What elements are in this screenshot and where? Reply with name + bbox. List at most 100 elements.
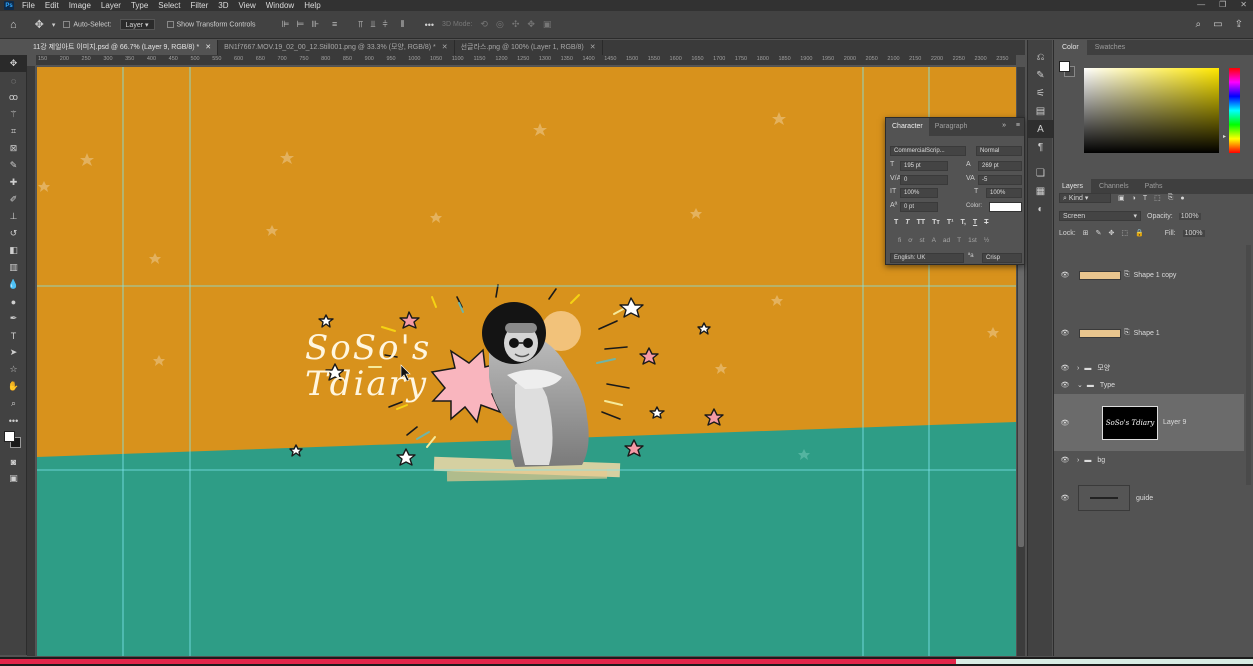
history-brush-tool[interactable]: ↺: [0, 225, 27, 242]
share-icon[interactable]: ⇪: [1235, 19, 1243, 30]
shape-tool[interactable]: ☆: [0, 361, 27, 378]
layer-row[interactable]: 👁 ⌄ ▬ Type: [1054, 378, 1244, 392]
workspace-icon[interactable]: ▭: [1213, 19, 1222, 30]
lock-artboard-icon[interactable]: ⬚: [1121, 229, 1128, 237]
screen-mode-icon[interactable]: ▣: [0, 470, 27, 487]
font-style-dropdown[interactable]: Normal: [976, 146, 1022, 156]
filter-shape-icon[interactable]: ⬚: [1154, 194, 1161, 202]
magic-wand-tool[interactable]: ⚚: [0, 106, 27, 123]
menu-edit[interactable]: Edit: [45, 1, 59, 10]
zoom-tool[interactable]: ⌕: [0, 395, 27, 412]
tab-character[interactable]: Character: [886, 118, 929, 136]
path-selection-tool[interactable]: ➤: [0, 344, 27, 361]
eraser-tool[interactable]: ◧: [0, 242, 27, 259]
distribute-icon[interactable]: ⦀: [401, 19, 405, 30]
paragraph-panel-icon[interactable]: ¶: [1028, 138, 1053, 156]
ordinals-button[interactable]: T: [957, 237, 961, 244]
saturation-field[interactable]: [1084, 68, 1219, 153]
3d-roll-icon[interactable]: ◎: [496, 19, 504, 30]
filter-type-icon[interactable]: T: [1143, 195, 1147, 202]
visibility-eye-icon[interactable]: 👁: [1054, 456, 1076, 464]
underline-button[interactable]: T: [973, 219, 977, 226]
menu-image[interactable]: Image: [69, 1, 91, 10]
align-justify-icon[interactable]: ≡: [332, 19, 337, 30]
gradient-tool[interactable]: ▥: [0, 259, 27, 276]
foreground-swatch[interactable]: [1059, 61, 1070, 72]
3d-slide-icon[interactable]: ✥: [527, 19, 535, 30]
filter-smart-object-icon[interactable]: ⎘: [1168, 194, 1174, 202]
blend-mode-dropdown[interactable]: Screen ▾: [1059, 211, 1141, 221]
align-right-icon[interactable]: ⊪: [311, 19, 319, 30]
history-panel-icon[interactable]: ⎌: [1028, 48, 1053, 66]
lock-position-icon[interactable]: ✥: [1108, 229, 1114, 237]
adjustments-icon[interactable]: ⚟: [1028, 84, 1053, 102]
subscript-button[interactable]: T,: [960, 219, 965, 226]
language-dropdown[interactable]: English: UK: [890, 253, 964, 263]
search-icon[interactable]: ⌕: [1196, 19, 1202, 30]
filter-adjustment-icon[interactable]: ◑: [1132, 195, 1136, 202]
close-button[interactable]: ✕: [1240, 0, 1247, 9]
blur-tool[interactable]: 💧: [0, 276, 27, 293]
font-family-dropdown[interactable]: CommercialScrip...: [890, 146, 966, 156]
filter-toggle-icon[interactable]: ●: [1180, 195, 1184, 202]
tab-document-2[interactable]: BN1f7667.MOV.19_02_00_12.Still001.png @ …: [218, 40, 455, 55]
tab-channels[interactable]: Channels: [1091, 179, 1137, 194]
tab-paragraph[interactable]: Paragraph: [929, 118, 974, 136]
filter-pixel-icon[interactable]: ▣: [1118, 194, 1125, 202]
faux-bold-button[interactable]: T: [894, 219, 898, 226]
lock-image-icon[interactable]: ✎: [1096, 229, 1102, 237]
close-icon[interactable]: ✕: [590, 40, 596, 55]
visibility-eye-icon[interactable]: 👁: [1054, 419, 1076, 427]
menu-help[interactable]: Help: [304, 1, 320, 10]
auto-select-target-dropdown[interactable]: Layer ▾: [119, 19, 155, 30]
brush-settings-icon[interactable]: ✎: [1028, 66, 1053, 84]
home-icon[interactable]: ⌂: [10, 19, 17, 31]
more-options-button[interactable]: •••: [425, 20, 434, 30]
layer-row[interactable]: 👁 › ▬ bg: [1054, 453, 1244, 467]
menu-layer[interactable]: Layer: [101, 1, 121, 10]
color-swatches[interactable]: [0, 429, 27, 453]
crop-tool[interactable]: ⌗: [0, 123, 27, 140]
libraries-icon[interactable]: ❏: [1028, 164, 1053, 182]
layer-kind-dropdown[interactable]: ⌕ Kind ▾: [1059, 193, 1111, 203]
tab-paths[interactable]: Paths: [1137, 179, 1171, 194]
navigator-icon[interactable]: ◐: [1028, 200, 1053, 218]
lock-all-icon[interactable]: 🔒: [1135, 229, 1144, 237]
quick-mask-icon[interactable]: ◙: [0, 453, 27, 470]
tracking-field[interactable]: -5: [978, 175, 1022, 185]
superior-button[interactable]: 1st: [968, 237, 977, 244]
font-size-field[interactable]: 195 pt: [900, 161, 948, 171]
tab-color[interactable]: Color: [1054, 40, 1087, 55]
horizontal-scale-field[interactable]: 100%: [986, 188, 1022, 198]
small-caps-button[interactable]: Tт: [932, 219, 940, 226]
healing-brush-tool[interactable]: ✚: [0, 174, 27, 191]
visibility-eye-icon[interactable]: 👁: [1054, 271, 1076, 279]
menu-file[interactable]: File: [22, 1, 35, 10]
tab-layers[interactable]: Layers: [1054, 179, 1092, 194]
fractions-button[interactable]: ½: [984, 237, 989, 244]
document-canvas[interactable]: SoSo's Tdiary: [37, 67, 1016, 656]
kerning-field[interactable]: 0: [900, 175, 948, 185]
baseline-shift-field[interactable]: 0 pt: [900, 202, 938, 212]
align-middle-icon[interactable]: ⫫: [370, 19, 375, 30]
brush-tool[interactable]: ✐: [0, 191, 27, 208]
visibility-eye-icon[interactable]: 👁: [1054, 364, 1076, 372]
align-left-icon[interactable]: ⊫: [282, 19, 290, 30]
menu-view[interactable]: View: [239, 1, 256, 10]
move-tool-icon[interactable]: ✥: [35, 18, 44, 31]
close-icon[interactable]: ✕: [205, 40, 211, 55]
video-progress-bar[interactable]: [0, 657, 1253, 666]
pen-tool[interactable]: ✒: [0, 310, 27, 327]
anti-alias-dropdown[interactable]: Crisp: [982, 253, 1022, 263]
tab-document-3[interactable]: 선글라스.png @ 100% (Layer 1, RGB/8) ✕: [455, 40, 603, 55]
3d-camera-icon[interactable]: ▣: [543, 19, 552, 30]
align-bottom-icon[interactable]: ⫩: [382, 19, 387, 30]
chevron-right-icon[interactable]: ›: [1077, 365, 1079, 372]
hue-slider[interactable]: [1229, 68, 1240, 153]
layer-row[interactable]: 👁 guide: [1054, 483, 1244, 513]
visibility-eye-icon[interactable]: 👁: [1054, 329, 1076, 337]
menu-3d[interactable]: 3D: [218, 1, 228, 10]
layer-row[interactable]: 👁 ⎘ Shape 1: [1054, 320, 1244, 346]
3d-orbit-icon[interactable]: ⟲: [480, 19, 488, 30]
tab-document-1[interactable]: 11강 제일아트 이미지.psd @ 66.7% (Layer 9, RGB/8…: [27, 40, 219, 55]
